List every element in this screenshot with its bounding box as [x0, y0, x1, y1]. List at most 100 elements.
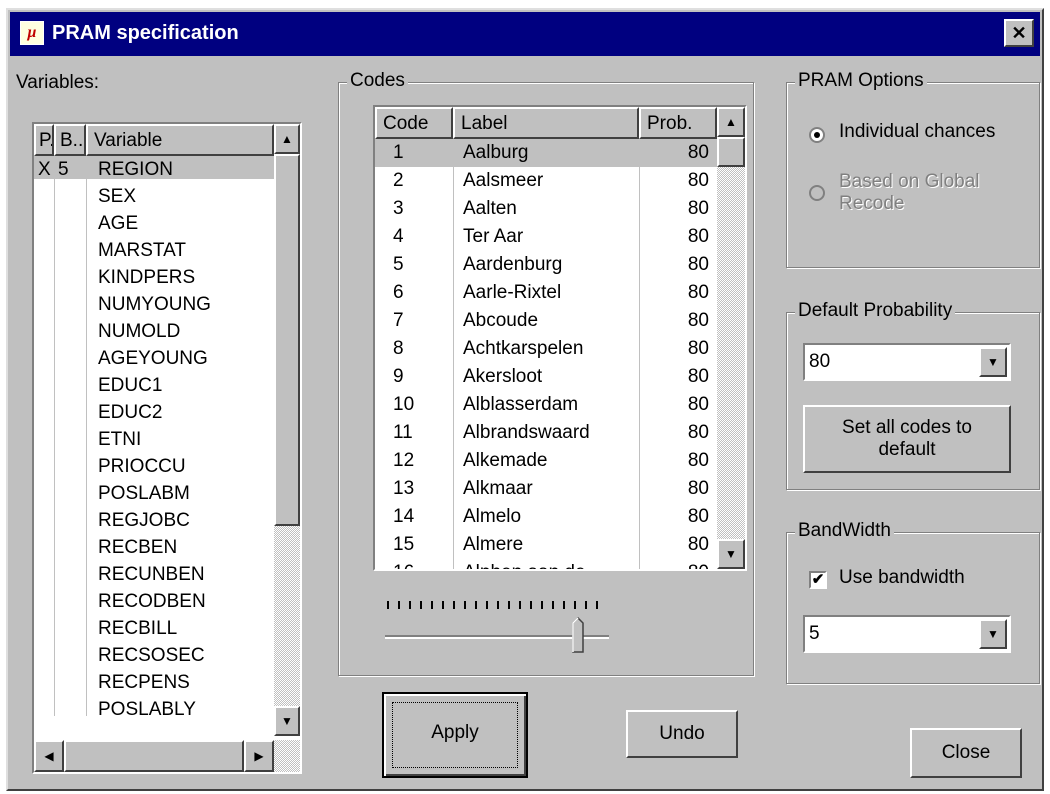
codes-group: Codes Code Label Prob. 1 Aalburg 80 2 Aalsme… [338, 70, 754, 676]
radio-individual-chances[interactable] [809, 127, 825, 143]
code-row[interactable]: 14 Almelo 80 [375, 503, 717, 531]
close-icon[interactable]: ✕ [1004, 19, 1034, 47]
variable-row[interactable]: EDUC1 [34, 372, 274, 399]
variable-row-name: AGE [98, 213, 139, 234]
close-button[interactable]: Close [910, 728, 1022, 778]
code-row-prob: 80 [639, 559, 709, 569]
pram-options-title: PRAM Options [795, 70, 927, 92]
code-row[interactable]: 4 Ter Aar 80 [375, 223, 717, 251]
variables-vscroll-thumb[interactable] [274, 154, 300, 526]
code-row-label: Achtkarspelen [463, 338, 584, 359]
codes-list: Code Label Prob. 1 Aalburg 80 2 Aalsmeer 80 3 A… [373, 105, 747, 571]
code-row-code: 7 [393, 310, 404, 331]
variable-row[interactable]: RECUNBEN [34, 561, 274, 588]
codes-scroll-up-icon[interactable]: ▲ [717, 107, 745, 137]
code-row-code: 3 [393, 198, 404, 219]
code-row[interactable]: 1 Aalburg 80 [375, 139, 717, 167]
code-row-prob: 80 [687, 170, 709, 191]
probability-slider[interactable] [385, 601, 661, 661]
dropdown-arrow-icon[interactable]: ▼ [979, 347, 1007, 377]
variable-row[interactable]: MARSTAT [34, 237, 274, 264]
variables-label: Variables: [16, 72, 100, 93]
use-bandwidth-label[interactable]: Use bandwidth [839, 567, 965, 589]
variable-row-name: RECSOSEC [98, 645, 205, 666]
code-row-code: 2 [393, 170, 404, 191]
code-row[interactable]: 10 Alblasserdam 80 [375, 391, 717, 419]
scroll-left-icon[interactable]: ◀ [34, 740, 64, 772]
default-probability-select[interactable]: 80 ▼ [803, 343, 1011, 381]
col-header-prob[interactable]: Prob. [639, 107, 717, 139]
variable-row[interactable]: RECSOSEC [34, 642, 274, 669]
scroll-down-icon[interactable]: ▼ [274, 706, 300, 736]
code-row[interactable]: 11 Albrandswaard 80 [375, 419, 717, 447]
code-row[interactable]: 7 Abcoude 80 [375, 307, 717, 335]
variable-row[interactable]: RECBILL [34, 615, 274, 642]
variable-row[interactable]: ETNI [34, 426, 274, 453]
code-row[interactable]: 3 Aalten 80 [375, 195, 717, 223]
variable-row[interactable]: AGE [34, 210, 274, 237]
bandwidth-dropdown-arrow-icon[interactable]: ▼ [979, 619, 1007, 649]
code-row-label: Akersloot [463, 366, 543, 387]
bandwidth-title: BandWidth [795, 520, 894, 542]
undo-button[interactable]: Undo [626, 710, 738, 758]
variable-row[interactable]: KINDPERS [34, 264, 274, 291]
code-row-prob: 80 [687, 394, 709, 415]
variable-row[interactable]: RECODBEN [34, 588, 274, 615]
use-bandwidth-checkbox[interactable]: ✔ [809, 571, 827, 589]
code-row[interactable]: 16 Alphen aan de 80 [375, 559, 717, 569]
codes-scroll-down-icon[interactable]: ▼ [717, 539, 745, 569]
variable-row-name: EDUC2 [98, 402, 163, 423]
variables-hscroll-thumb[interactable] [64, 740, 244, 772]
radio-individual-chances-label[interactable]: Individual chances [839, 121, 995, 143]
set-all-default-button[interactable]: Set all codes to default [803, 405, 1011, 473]
col-header-variable[interactable]: Variable [86, 124, 274, 156]
variable-row-name: POSLABLY [98, 699, 196, 720]
codes-vscroll-thumb[interactable] [717, 137, 745, 167]
code-row[interactable]: 6 Aarle-Rixtel 80 [375, 279, 717, 307]
col-header-p[interactable]: P.. [34, 124, 54, 156]
variable-row[interactable]: NUMOLD [34, 318, 274, 345]
variable-row[interactable]: RECPENS [34, 669, 274, 696]
bandwidth-value: 5 [809, 623, 820, 644]
variable-row-name: RECBILL [98, 618, 178, 639]
code-row-code: 10 [393, 394, 415, 415]
code-row[interactable]: 2 Aalsmeer 80 [375, 167, 717, 195]
apply-button[interactable]: Apply [382, 692, 528, 778]
variable-row[interactable]: POSLABLY [34, 696, 274, 723]
variable-row-name: REGJOBC [98, 510, 190, 531]
scroll-up-icon[interactable]: ▲ [274, 124, 300, 154]
variable-row[interactable]: NUMYOUNG [34, 291, 274, 318]
variable-row[interactable]: REGJOBC [34, 507, 274, 534]
scroll-right-icon[interactable]: ▶ [244, 740, 274, 772]
col-header-b[interactable]: B.. [54, 124, 86, 156]
col-header-code[interactable]: Code [375, 107, 453, 139]
bandwidth-select[interactable]: 5 ▼ [803, 615, 1011, 653]
code-row-prob: 80 [687, 422, 709, 443]
code-row[interactable]: 9 Akersloot 80 [375, 363, 717, 391]
col-header-label[interactable]: Label [453, 107, 639, 139]
variable-row[interactable]: X 5 REGION [34, 156, 274, 183]
code-row-prob: 80 [687, 478, 709, 499]
variable-row-name: NUMOLD [98, 321, 181, 342]
variable-row-name: RECPENS [98, 672, 190, 693]
variable-row[interactable]: PRIOCCU [34, 453, 274, 480]
code-row[interactable]: 12 Alkemade 80 [375, 447, 717, 475]
variable-row[interactable]: AGEYOUNG [34, 345, 274, 372]
default-probability-value: 80 [809, 351, 831, 372]
code-row-label: Alphen aan de [463, 559, 586, 569]
bandwidth-group: BandWidth ✔ Use bandwidth 5 ▼ [786, 520, 1040, 684]
code-row-label: Almere [463, 534, 524, 555]
codes-vscroll-track[interactable] [717, 137, 745, 539]
variable-row[interactable]: POSLABM [34, 480, 274, 507]
code-row[interactable]: 5 Aardenburg 80 [375, 251, 717, 279]
code-row[interactable]: 15 Almere 80 [375, 531, 717, 559]
code-row[interactable]: 8 Achtkarspelen 80 [375, 335, 717, 363]
code-row-prob: 80 [687, 534, 709, 555]
slider-thumb[interactable] [572, 617, 584, 653]
variable-row[interactable]: EDUC2 [34, 399, 274, 426]
variable-row[interactable]: SEX [34, 183, 274, 210]
code-row-prob: 80 [687, 142, 709, 163]
code-row[interactable]: 13 Alkmaar 80 [375, 475, 717, 503]
set-all-default-line1: Set all codes to [842, 417, 972, 438]
variable-row[interactable]: RECBEN [34, 534, 274, 561]
